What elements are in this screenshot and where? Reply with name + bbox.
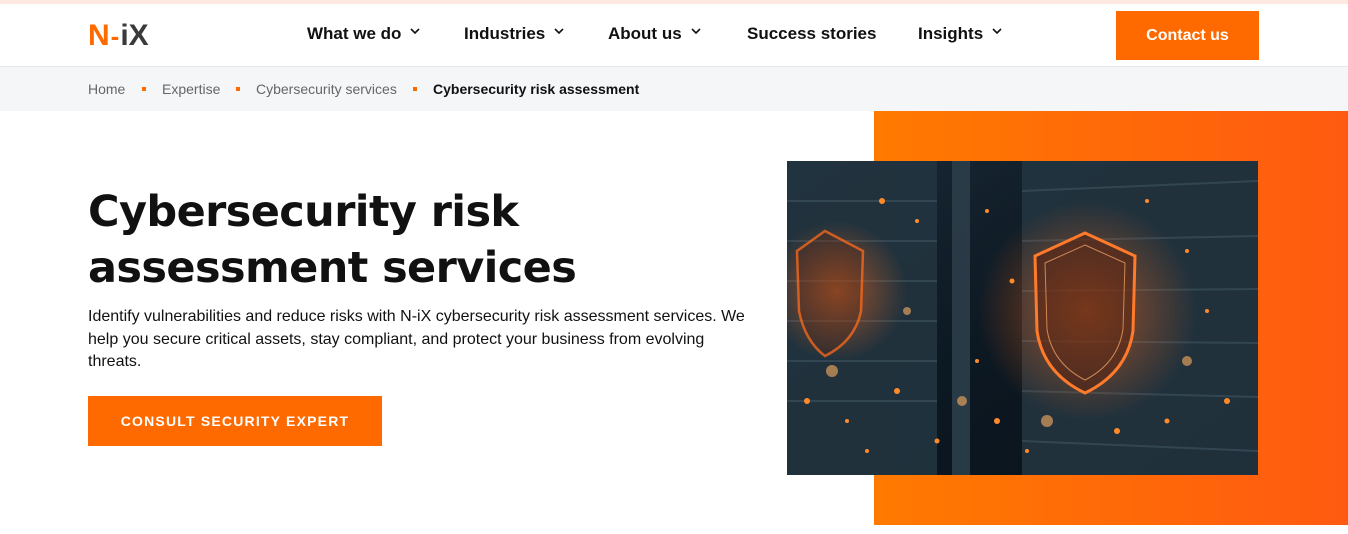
nav-item-what-we-do[interactable]: What we do (307, 4, 421, 64)
nav-item-label: Industries (464, 24, 546, 43)
nav-item-label: About us (608, 24, 682, 43)
logo-letter-n: N (88, 19, 110, 52)
server-rack-illustration (787, 161, 1258, 475)
breadcrumb-current: Cybersecurity risk assessment (433, 81, 640, 97)
nav-item-label: Success stories (747, 24, 877, 43)
logo[interactable]: N - iX (88, 19, 149, 52)
page-title-line-2: assessment services (88, 243, 577, 293)
nav-item-label: Insights (918, 24, 984, 43)
hero-description-line-2: help you secure critical assets, stay co… (88, 330, 705, 348)
nav-item-label: What we do (307, 24, 402, 43)
nav-item-insights[interactable]: Insights (918, 4, 1002, 64)
contact-us-button[interactable]: Contact us (1116, 11, 1259, 60)
breadcrumb-expertise[interactable]: Expertise (162, 67, 220, 111)
nav-item-success-stories[interactable]: Success stories (747, 4, 876, 64)
page-title: Cybersecurity risk assessment services (88, 184, 728, 296)
nav-item-industries[interactable]: Industries (464, 4, 564, 64)
hero-description-line-1: Identify vulnerabilities and reduce risk… (88, 308, 745, 325)
chevron-down-icon (554, 27, 564, 37)
hero-description: Identify vulnerabilities and reduce risk… (88, 306, 756, 374)
breadcrumb-separator (236, 87, 240, 91)
breadcrumb: Home Expertise Cybersecurity services Cy… (0, 67, 1348, 111)
logo-letters-ix: iX (120, 19, 149, 52)
site-header: N - iX What we do Industries About us Succ… (0, 4, 1348, 67)
chevron-down-icon (410, 27, 421, 37)
logo-dash: - (110, 20, 120, 51)
page-title-line-1: Cybersecurity risk (88, 187, 519, 237)
breadcrumb-home[interactable]: Home (88, 67, 125, 111)
breadcrumb-cybersecurity-services[interactable]: Cybersecurity services (256, 67, 397, 111)
nav-item-about-us[interactable]: About us (608, 4, 701, 64)
consult-security-expert-button[interactable]: CONSULT SECURITY EXPERT (88, 396, 382, 446)
chevron-down-icon (992, 27, 1002, 37)
hero-image (787, 161, 1258, 475)
breadcrumb-separator (413, 87, 417, 91)
chevron-down-icon (691, 27, 701, 37)
breadcrumb-separator (142, 87, 146, 91)
hero-description-line-3: threats. (88, 353, 142, 370)
